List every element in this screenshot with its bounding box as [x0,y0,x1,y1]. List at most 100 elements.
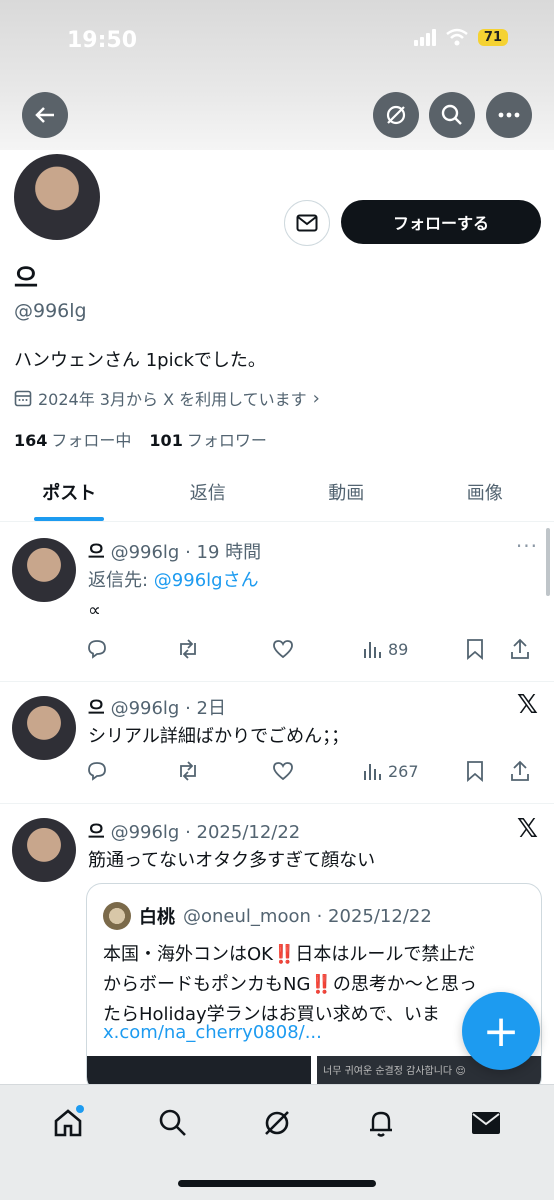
status-indicators: 71 [413,28,508,46]
tab-posts[interactable]: ポスト [0,462,139,521]
status-time: 19:50 [67,28,138,53]
search-icon [159,1109,186,1136]
quote-text-line: からボードもポンカもNG‼️の思考か〜と思っ [103,974,477,995]
profile-handle: @996lg [14,300,87,322]
signal-icon [413,28,436,46]
following-link[interactable]: 164 フォロー中 [14,427,131,451]
reply-button[interactable] [86,760,176,782]
nav-notifications[interactable] [359,1101,403,1145]
envelope-icon [471,1112,500,1134]
profile-avatar[interactable] [10,150,104,244]
views-count: 89 [388,639,409,659]
grok-icon [265,1111,289,1135]
post-actions: 267 [86,760,546,782]
repost-icon [180,761,196,781]
x-logo-icon[interactable]: 𝕏 [517,690,538,720]
share-icon [511,638,529,659]
x-logo-icon[interactable]: 𝕏 [517,814,538,844]
share-button[interactable] [510,760,530,782]
profile-name: 으 [14,264,38,294]
bell-icon [370,1111,393,1137]
post-header: 으 @996lg · 2025/12/22 [88,818,300,844]
message-button[interactable] [284,200,330,246]
bookmark-icon [467,761,483,782]
more-icon[interactable]: ··· [516,534,538,558]
share-icon [511,760,529,781]
views-button[interactable]: 89 [362,639,466,659]
nav-grok[interactable] [255,1101,299,1145]
grok-icon [386,105,406,125]
quote-author-name: 白桃 [139,907,175,928]
wifi-icon [446,28,468,46]
views-button[interactable]: 267 [362,761,466,781]
post-actions: 89 [86,638,546,660]
bookmark-icon [467,639,483,660]
bookmark-button[interactable] [466,760,510,782]
follow-button[interactable]: フォローする [341,200,541,244]
post-item[interactable]: 으 @996lg · 19 時間 ··· 返信先: @996lgさん ∝ 89 [0,522,554,682]
follow-stats: 164 フォロー中 101 フォロワー [14,427,267,451]
search-icon [441,104,462,125]
following-label: フォロー中 [51,431,132,450]
post-author-name: 으 [88,698,105,719]
tab-images[interactable]: 画像 [416,462,554,521]
post-text: 筋通ってないオタク多すぎて顔ない [88,850,376,871]
quote-meta: @oneul_moon · 2025/12/22 [183,905,432,927]
quote-text-line: 本国・海外コンはOK‼️日本はルールで禁止だ [103,944,476,965]
bookmark-button[interactable] [466,638,510,660]
repost-button[interactable] [176,760,272,782]
views-icon [364,764,381,780]
post-avatar[interactable] [12,696,76,760]
grok-button[interactable] [373,92,419,138]
plus-icon: + [482,1005,520,1057]
quoted-post[interactable]: 白桃 @oneul_moon · 2025/12/22 本国・海外コンはOK‼️… [86,883,542,1093]
like-button[interactable] [272,761,362,781]
nav-home[interactable] [46,1101,90,1145]
nav-search[interactable] [151,1101,195,1145]
following-count: 164 [14,431,48,450]
post-avatar[interactable] [12,818,76,882]
arrow-left-icon [35,107,54,123]
back-button[interactable] [22,92,68,138]
profile-bio: ハンウェンさん 1pickでした。 [14,350,266,371]
reply-icon [88,762,106,781]
reply-to: 返信先: @996lgさん [88,566,259,592]
repost-icon [180,639,196,659]
views-count: 267 [388,761,419,781]
more-icon [498,112,520,118]
post-text: ∝ [88,600,101,621]
tab-replies[interactable]: 返信 [139,462,278,521]
compose-button[interactable]: + [462,992,540,1070]
search-button[interactable] [429,92,475,138]
heart-icon [273,640,293,659]
reply-button[interactable] [86,638,176,660]
nav-messages[interactable] [464,1101,508,1145]
followers-link[interactable]: 101 フォロワー [149,427,266,451]
post-text: シリアル詳細ばかりでごめん；； [88,726,350,747]
post-header: 으 @996lg · 2日 [88,694,226,720]
post-avatar[interactable] [12,538,76,602]
followers-count: 101 [149,431,183,450]
reply-to-link[interactable]: @996lgさん [154,570,259,591]
more-button[interactable] [486,92,532,138]
heart-icon [273,762,293,781]
repost-button[interactable] [176,638,272,660]
home-indicator[interactable] [178,1180,376,1187]
post-meta: @996lg · 2025/12/22 [110,822,301,843]
post-header: 으 @996lg · 19 時間 [88,538,261,564]
tab-videos[interactable]: 動画 [277,462,416,521]
post-meta: @996lg · 19 時間 [110,542,262,563]
battery-indicator: 71 [477,28,508,46]
quote-link[interactable]: x.com/na_cherry0808/... [103,1022,322,1043]
share-button[interactable] [510,638,530,660]
post-author-name: 으 [88,822,105,843]
post-item[interactable]: 으 @996lg · 2日 𝕏 シリアル詳細ばかりでごめん；； 267 [0,682,554,804]
post-meta: @996lg · 2日 [110,698,226,719]
reply-prefix: 返信先: [88,570,154,591]
profile-banner: 19:50 71 [0,0,554,150]
followers-label: フォロワー [186,431,267,450]
profile-tabs: ポスト 返信 動画 画像 [0,462,554,522]
joined-date[interactable]: 2024年 3月から X を利用しています › [14,386,320,410]
like-button[interactable] [272,639,362,659]
views-icon [364,642,381,658]
